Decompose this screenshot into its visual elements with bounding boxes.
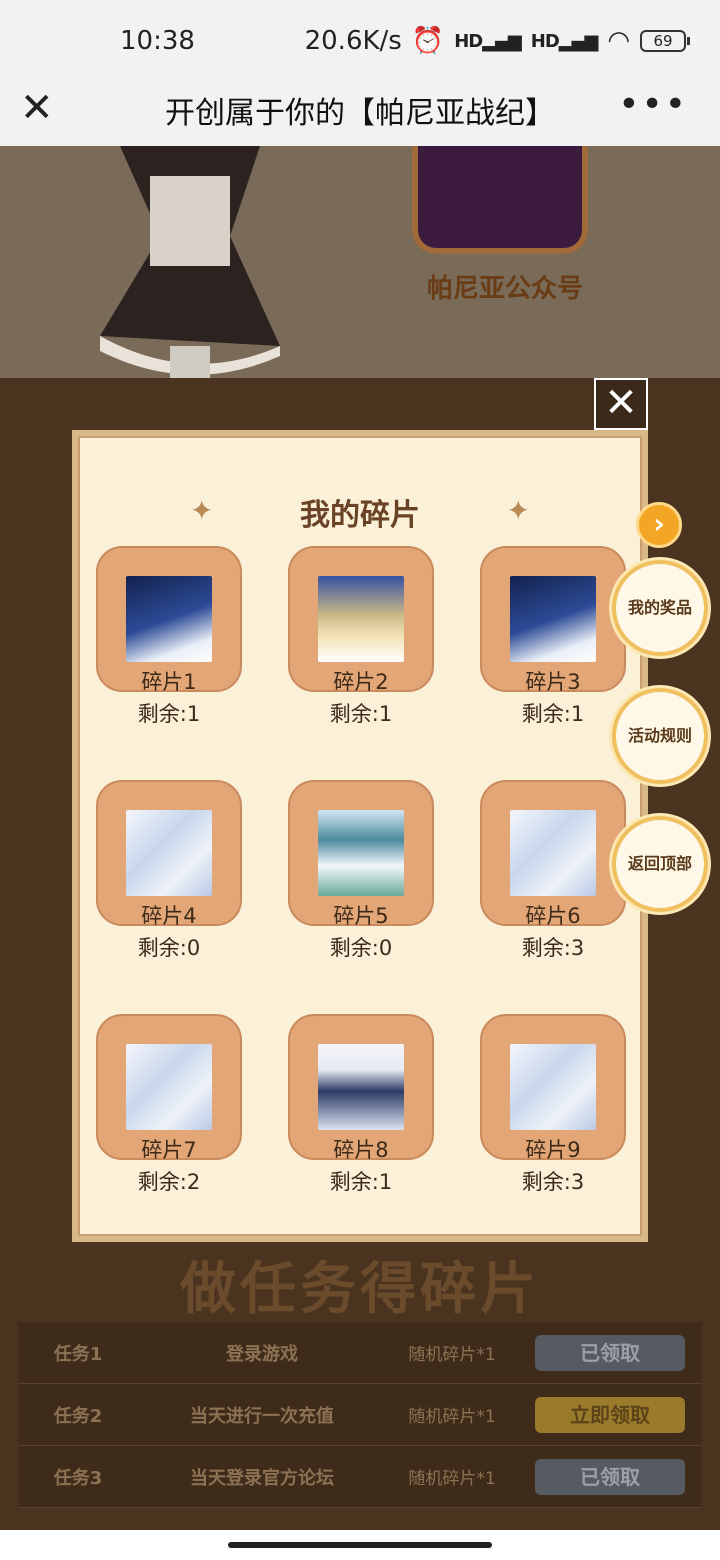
fragment-image xyxy=(318,576,404,662)
modal-title: 我的碎片 xyxy=(300,498,420,533)
fragment-image xyxy=(510,1044,596,1130)
fragment-card-5[interactable]: 碎片5 xyxy=(288,780,434,928)
home-bar[interactable] xyxy=(228,1542,492,1548)
fragment-remaining: 剩余:0 xyxy=(137,936,201,960)
fragment-remaining: 剩余:3 xyxy=(521,936,585,960)
maid-illustration xyxy=(100,146,280,378)
fragment-image xyxy=(126,1044,212,1130)
fragment-image xyxy=(510,810,596,896)
fragment-remaining: 剩余:1 xyxy=(521,702,585,726)
title-bar: ✕ 开创属于你的【帕尼亚战纪】 ••• xyxy=(0,80,720,146)
qr-label: 帕尼亚公众号 xyxy=(426,274,583,304)
fragment-name: 碎片4 xyxy=(141,904,197,928)
back-to-top-button[interactable]: 返回顶部 xyxy=(612,816,708,912)
claimed-button[interactable]: 已领取 xyxy=(535,1458,685,1495)
fragment-name: 碎片2 xyxy=(333,670,389,694)
fragment-remaining: 剩余:0 xyxy=(329,936,393,960)
fragment-remaining: 剩余:2 xyxy=(137,1170,201,1194)
claimed-button[interactable]: 已领取 xyxy=(535,1334,685,1371)
signal-icon-2: HD▂▄▆ xyxy=(530,30,599,52)
status-bar: 10:38 20.6K/s ⏰ HD▂▄▆ HD▂▄▆ ◠ 69 xyxy=(0,0,720,80)
fragment-image xyxy=(318,810,404,896)
claim-button[interactable]: 立即领取 xyxy=(535,1396,685,1433)
task-name: 任务2 xyxy=(53,1405,103,1427)
task-desc: 登录游戏 xyxy=(226,1343,298,1365)
rules-button[interactable]: 活动规则 xyxy=(612,688,708,784)
modal-close-icon[interactable]: ✕ xyxy=(594,378,648,430)
fragment-remaining: 剩余:1 xyxy=(329,702,393,726)
fragment-card-2[interactable]: 碎片2 xyxy=(288,546,434,694)
status-time: 10:38 xyxy=(120,26,195,56)
task-reward: 随机碎片*1 xyxy=(408,1469,496,1489)
more-icon[interactable]: ••• xyxy=(618,84,688,125)
fragment-name: 碎片3 xyxy=(525,670,581,694)
fragment-name: 碎片1 xyxy=(141,670,197,694)
fragment-image xyxy=(126,810,212,896)
task-desc: 当天进行一次充值 xyxy=(190,1405,334,1427)
table-row: 任务2 当天进行一次充值 随机碎片*1 立即领取 xyxy=(18,1384,702,1446)
fragment-card-1[interactable]: 碎片1 xyxy=(96,546,242,694)
task-name: 任务3 xyxy=(53,1467,103,1489)
task-name: 任务1 xyxy=(53,1343,103,1365)
fragment-card-4[interactable]: 碎片4 xyxy=(96,780,242,928)
fragment-name: 碎片5 xyxy=(333,904,389,928)
fragment-card-7[interactable]: 碎片7 xyxy=(96,1014,242,1162)
fragment-name: 碎片7 xyxy=(141,1138,197,1162)
fragment-card-3[interactable]: 碎片3 xyxy=(480,546,626,694)
qr-code-image xyxy=(412,146,588,254)
my-prizes-button[interactable]: 我的奖品 xyxy=(612,560,708,656)
fragment-name: 碎片9 xyxy=(525,1138,581,1162)
fragment-card-9[interactable]: 碎片9 xyxy=(480,1014,626,1162)
fragment-image xyxy=(126,576,212,662)
battery-icon: 69 xyxy=(640,30,690,52)
signal-icon: HD▂▄▆ xyxy=(454,30,522,52)
task-desc: 当天登录官方论坛 xyxy=(190,1467,334,1489)
status-indicators: 20.6K/s ⏰ HD▂▄▆ HD▂▄▆ ◠ 69 xyxy=(304,26,690,56)
wifi-icon: ◠ xyxy=(607,26,630,56)
fragment-name: 碎片8 xyxy=(333,1138,389,1162)
fragment-image xyxy=(510,576,596,662)
task-table: 任务1 登录游戏 随机碎片*1 已领取 任务2 当天进行一次充值 随机碎片*1 … xyxy=(18,1322,702,1508)
table-row: 任务3 当天登录官方论坛 随机碎片*1 已领取 xyxy=(18,1446,702,1508)
fragment-name: 碎片6 xyxy=(525,904,581,928)
fragments-modal: ✦ 我的碎片 ✦ 碎片1 剩余:1 碎片2 剩余:1 碎片3 剩余:1 碎片4 … xyxy=(72,430,648,1242)
sparkle-icon: ✦ xyxy=(506,494,530,527)
fragment-card-6[interactable]: 碎片6 xyxy=(480,780,626,928)
task-heading: 做任务得碎片 xyxy=(180,1257,540,1322)
page-title: 开创属于你的【帕尼亚战纪】 xyxy=(165,96,555,131)
fragment-card-8[interactable]: 碎片8 xyxy=(288,1014,434,1162)
task-reward: 随机碎片*1 xyxy=(408,1407,496,1427)
table-row: 任务1 登录游戏 随机碎片*1 已领取 xyxy=(18,1322,702,1384)
fragment-image xyxy=(318,1044,404,1130)
fragment-remaining: 剩余:3 xyxy=(521,1170,585,1194)
fragment-remaining: 剩余:1 xyxy=(137,702,201,726)
fragment-remaining: 剩余:1 xyxy=(329,1170,393,1194)
alarm-icon: ⏰ xyxy=(411,26,445,56)
network-speed: 20.6K/s xyxy=(304,26,402,56)
home-indicator xyxy=(0,1530,720,1560)
task-reward: 随机碎片*1 xyxy=(408,1345,496,1365)
chevron-right-icon[interactable]: › xyxy=(636,502,682,548)
